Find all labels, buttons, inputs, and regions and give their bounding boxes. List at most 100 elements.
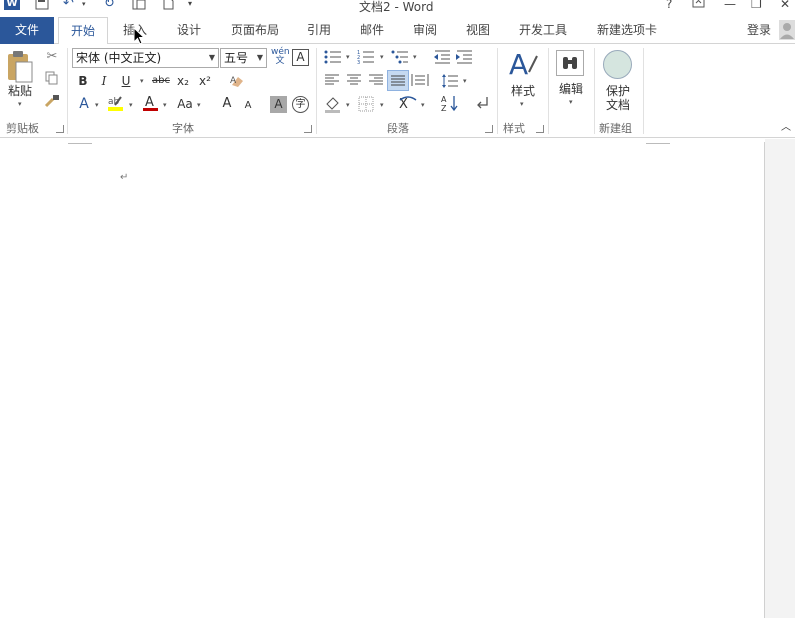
tab-references[interactable]: 引用	[304, 17, 334, 44]
document-canvas[interactable]	[0, 139, 795, 618]
bold-button[interactable]: B	[76, 73, 90, 89]
numbering-dropdown-icon[interactable]: ▾	[380, 53, 384, 61]
numbering-icon[interactable]: 123	[357, 49, 375, 69]
chinese-layout-icon[interactable]: X	[398, 94, 418, 116]
text-effects-dropdown-icon[interactable]: ▾	[95, 101, 99, 109]
customize-qat-icon[interactable]: ▾	[188, 0, 202, 13]
chinese-layout-dropdown-icon[interactable]: ▾	[421, 101, 425, 109]
tab-developer[interactable]: 开发工具	[516, 17, 570, 44]
borders-icon[interactable]	[357, 96, 375, 116]
protect-document-button[interactable]: 保护 文档	[598, 48, 638, 114]
protect-label-line1: 保护	[605, 84, 630, 98]
new-document-icon[interactable]	[162, 0, 176, 12]
underline-button[interactable]: U	[119, 73, 133, 89]
underline-dropdown-icon[interactable]: ▾	[140, 77, 144, 85]
character-border-button[interactable]: A	[292, 49, 309, 66]
paragraph-dialog-launcher[interactable]	[485, 125, 493, 133]
align-center-icon[interactable]	[346, 73, 362, 91]
tab-mailings[interactable]: 邮件	[357, 17, 387, 44]
close-button[interactable]: ✕	[780, 0, 790, 11]
align-left-icon[interactable]	[324, 73, 340, 91]
subscript-button[interactable]: x₂	[175, 73, 191, 89]
account-avatar[interactable]	[779, 20, 795, 40]
styles-group-label: 样式	[503, 122, 525, 135]
print-preview-icon[interactable]	[132, 0, 146, 12]
grow-font-button[interactable]: A	[220, 96, 234, 112]
line-spacing-dropdown-icon[interactable]: ▾	[463, 77, 467, 85]
multilevel-dropdown-icon[interactable]: ▾	[413, 53, 417, 61]
tab-file[interactable]: 文件	[0, 17, 54, 44]
clipboard-dialog-launcher[interactable]	[56, 125, 64, 133]
tab-design[interactable]: 设计	[174, 17, 204, 44]
paste-button[interactable]: 粘贴 ▾	[4, 50, 36, 110]
tab-home[interactable]: 开始	[58, 17, 108, 45]
mouse-cursor-icon	[133, 26, 146, 48]
font-color-dropdown-icon[interactable]: ▾	[163, 101, 167, 109]
styles-icon: A	[509, 48, 538, 81]
styles-dialog-launcher[interactable]	[536, 125, 544, 133]
increase-indent-icon[interactable]	[455, 49, 473, 69]
enclose-characters-button[interactable]: 字	[292, 96, 309, 113]
cut-icon[interactable]: ✂	[44, 49, 60, 65]
font-color-icon[interactable]: A	[142, 94, 160, 116]
undo-icon[interactable]: ↶	[63, 0, 77, 11]
help-button[interactable]: ?	[666, 0, 672, 11]
tab-review[interactable]: 审阅	[410, 17, 440, 44]
ribbon-display-button[interactable]	[692, 0, 706, 12]
character-shading-button[interactable]: A	[270, 96, 287, 113]
font-size-combobox[interactable]: 五号 ▼	[220, 48, 267, 68]
superscript-button[interactable]: x²	[197, 73, 213, 89]
tab-page-layout[interactable]: 页面布局	[228, 17, 282, 44]
italic-button[interactable]: I	[97, 73, 111, 89]
protect-icon	[603, 50, 632, 79]
bullets-dropdown-icon[interactable]: ▾	[346, 53, 350, 61]
align-right-icon[interactable]	[368, 73, 384, 91]
svg-text:A: A	[509, 48, 528, 80]
sign-in-link[interactable]: 登录	[744, 17, 774, 44]
paste-label: 粘贴	[7, 84, 32, 98]
svg-text:3: 3	[357, 60, 360, 65]
shading-dropdown-icon[interactable]: ▾	[346, 101, 350, 109]
tab-new-tab[interactable]: 新建选项卡	[594, 17, 660, 44]
svg-text:A: A	[145, 95, 154, 110]
show-hide-marks-icon[interactable]	[474, 95, 490, 115]
distributed-icon[interactable]	[411, 73, 429, 91]
font-name-combobox[interactable]: 宋体 (中文正文) ▼	[72, 48, 219, 68]
format-painter-icon[interactable]	[44, 94, 60, 112]
borders-dropdown-icon[interactable]: ▾	[380, 101, 384, 109]
styles-button[interactable]: A 样式 ▾	[505, 48, 541, 114]
collapse-ribbon-icon[interactable]: ︿	[780, 120, 792, 136]
change-case-dropdown-icon[interactable]: ▾	[197, 101, 201, 109]
group-divider	[594, 48, 595, 134]
justify-icon[interactable]	[387, 70, 409, 91]
change-case-button[interactable]: Aa	[175, 96, 195, 112]
document-background	[765, 139, 795, 618]
redo-icon[interactable]: ↻	[104, 0, 118, 11]
sort-icon[interactable]: AZ	[441, 94, 459, 116]
highlight-color-icon[interactable]: ab	[107, 94, 125, 116]
line-spacing-icon[interactable]	[441, 73, 459, 93]
shading-icon[interactable]	[324, 95, 342, 117]
clear-formatting-icon[interactable]: A	[228, 73, 246, 93]
undo-dropdown-icon[interactable]: ▾	[82, 0, 96, 14]
phonetic-guide-button[interactable]: wén 文	[271, 48, 290, 66]
minimize-button[interactable]: —	[724, 0, 736, 11]
decrease-indent-icon[interactable]	[433, 49, 451, 69]
tab-view[interactable]: 视图	[463, 17, 493, 44]
clipboard-group-label: 剪贴板	[6, 122, 39, 135]
restore-button[interactable]: ❐	[751, 0, 762, 11]
copy-icon[interactable]	[44, 71, 60, 89]
shrink-font-button[interactable]: A	[241, 98, 255, 114]
editing-button-label: 编辑	[558, 82, 583, 96]
svg-text:A: A	[441, 95, 447, 104]
save-icon[interactable]	[35, 0, 49, 12]
strikethrough-button[interactable]: abc	[151, 73, 171, 89]
word-app-icon[interactable]: W	[4, 0, 20, 10]
font-dialog-launcher[interactable]	[304, 125, 312, 133]
group-divider	[67, 48, 68, 134]
text-effects-icon[interactable]: A	[76, 96, 92, 112]
editing-button[interactable]: 编辑 ▾	[554, 48, 588, 114]
highlight-dropdown-icon[interactable]: ▾	[129, 101, 133, 109]
bullets-icon[interactable]	[324, 49, 342, 69]
multilevel-list-icon[interactable]	[391, 49, 409, 69]
